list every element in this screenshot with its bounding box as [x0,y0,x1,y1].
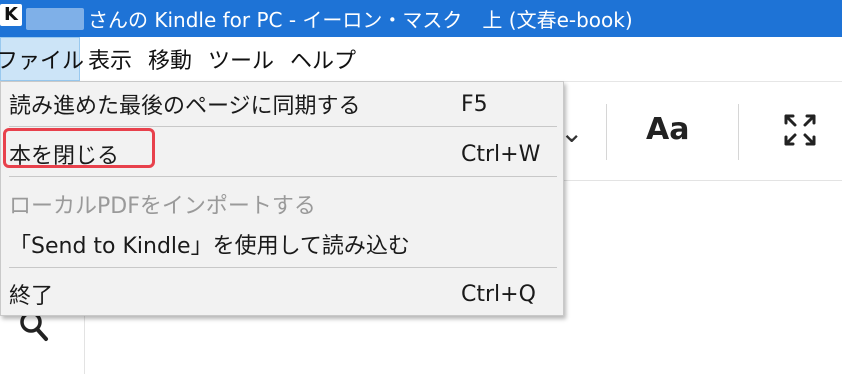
menu-item-label: 終了 [9,284,54,309]
menu-view[interactable]: 表示 [80,37,140,81]
fullscreen-icon[interactable] [780,110,820,150]
toolbar-divider [738,104,739,160]
file-menu-dropdown: 読み進めた最後のページに同期する F5 本を閉じる Ctrl+W ローカルPDF… [0,81,564,316]
menu-file[interactable]: ファイル [0,37,84,81]
menu-divider [9,176,557,177]
kindle-app-icon[interactable]: K [0,4,22,26]
menu-item-import-local-pdf: ローカルPDFをインポートする [1,184,561,224]
menu-item-label: 「Send to Kindle」を使用して読み込む [9,234,410,259]
menu-help[interactable]: ヘルプ [282,37,364,81]
redacted-username [26,8,84,30]
highlight-annotation [3,128,155,168]
menu-go[interactable]: 移動 [140,37,200,81]
menu-item-shortcut: F5 [461,91,488,117]
window-title: さんの Kindle for PC - イーロン・マスク 上 (文春e-book… [88,8,633,32]
menu-divider [9,126,557,127]
toolbar-divider [606,104,607,160]
menu-bar: ファイル 表示 移動 ツール ヘルプ [0,37,842,82]
menu-item-shortcut: Ctrl+Q [461,281,536,307]
menu-item-exit[interactable]: 終了 Ctrl+Q [1,274,561,314]
font-settings-button[interactable]: Aa [646,112,689,147]
menu-tools[interactable]: ツール [200,37,282,81]
menu-item-sync-last-page[interactable]: 読み進めた最後のページに同期する F5 [1,84,561,124]
menu-divider [9,267,557,268]
menu-item-label: 読み進めた最後のページに同期する [9,94,361,119]
menu-item-send-to-kindle[interactable]: 「Send to Kindle」を使用して読み込む [1,224,561,264]
menu-item-shortcut: Ctrl+W [461,141,541,167]
menu-item-label: ローカルPDFをインポートする [9,194,316,219]
title-bar: K さんの Kindle for PC - イーロン・マスク 上 (文春e-bo… [0,0,842,37]
